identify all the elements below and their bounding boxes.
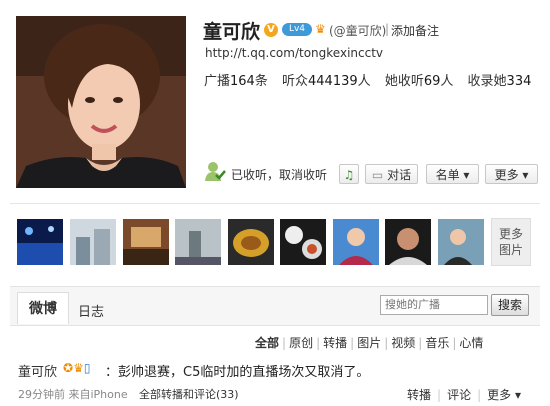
phone-icon: ▯ <box>83 361 91 375</box>
repost-button[interactable]: 转播 <box>407 388 431 402</box>
add-note-link[interactable]: 添加备注 <box>391 22 439 39</box>
more-photos-label-2: 图片 <box>498 243 523 257</box>
stat-listed[interactable]: 收录她334 <box>468 74 532 89</box>
photo-thumb-concert[interactable] <box>17 219 63 265</box>
feed-repost-comments-link[interactable]: 全部转播和评论(33) <box>139 386 239 402</box>
photo-thumb-dishes[interactable] <box>280 219 326 265</box>
feed-meta: 29分钟前 来自iPhone <box>18 388 128 401</box>
photo-thumb-basketball[interactable] <box>385 219 431 265</box>
filter-music[interactable]: 音乐 <box>425 336 449 350</box>
feed-actions: 转播 | 评论 | 更多 ▾ <box>407 388 521 402</box>
stat-listeners[interactable]: 听众444139人 <box>282 74 371 89</box>
profile-url[interactable]: http://t.qq.com/tongkexincctv <box>205 46 383 60</box>
chat-icon: ▭ <box>371 168 384 182</box>
crown-icon: ♛ <box>315 22 326 36</box>
headphone-button[interactable]: ♫ <box>339 164 359 184</box>
feed-author-name[interactable]: 童可欣 <box>18 361 57 380</box>
chat-button[interactable]: ▭ 对话 <box>365 164 418 184</box>
photo-thumb-restaurant[interactable] <box>123 219 169 265</box>
profile-name: 童可欣 <box>203 21 261 43</box>
verified-icon: V <box>264 23 278 37</box>
tab-weibo[interactable]: 微博 <box>17 292 69 324</box>
stat-broadcasts[interactable]: 广播164条 <box>204 74 268 89</box>
photo-thumb-office[interactable] <box>438 219 484 265</box>
tab-diary[interactable]: 日志 <box>78 301 104 320</box>
search-input[interactable] <box>380 295 488 315</box>
feed-badges: ✪♛▯ <box>63 361 90 375</box>
filter-mood[interactable]: 心情 <box>459 336 483 350</box>
more-button[interactable]: 更多 ▾ <box>487 388 521 402</box>
follow-status[interactable]: 已收听，取消收听 <box>231 166 327 183</box>
divider <box>10 203 540 204</box>
feed-text: ：彭帅退赛，C5临时加的直播场次又取消了。 <box>105 365 370 380</box>
photo-thumb-street[interactable] <box>175 219 221 265</box>
photo-thumb-food[interactable] <box>228 219 274 265</box>
verified-icon: ✪ <box>63 361 74 375</box>
photo-thumb-city[interactable] <box>70 219 116 265</box>
level-badge[interactable]: Lv4 <box>282 23 312 36</box>
feed-filters: 全部 | 原创 | 转播 | 图片 | 视频 | 音乐 | 心情 <box>255 336 484 350</box>
profile-stats: 广播164条 听众444139人 她收听69人 收录她334 <box>204 70 531 89</box>
chat-label: 对话 <box>387 168 412 182</box>
filter-all[interactable]: 全部 <box>255 336 279 350</box>
filter-original[interactable]: 原创 <box>289 336 313 350</box>
profile-photo[interactable] <box>16 16 186 188</box>
comment-button[interactable]: 评论 <box>447 388 471 402</box>
headphone-icon: ♫ <box>343 168 355 182</box>
search-button[interactable]: 搜索 <box>491 294 529 316</box>
photo-thumb-portrait[interactable] <box>333 219 379 265</box>
crown-icon: ♛ <box>73 361 84 375</box>
separator: | <box>385 22 390 36</box>
profile-handle: (@童可欣) <box>329 24 387 38</box>
more-photos-label-1: 更多 <box>498 227 523 241</box>
more-dropdown-button[interactable]: 更多 ▾ <box>485 164 538 184</box>
filter-repost[interactable]: 转播 <box>323 336 347 350</box>
filter-video[interactable]: 视频 <box>391 336 415 350</box>
filter-images[interactable]: 图片 <box>357 336 381 350</box>
list-dropdown-button[interactable]: 名单 ▾ <box>426 164 479 184</box>
more-photos-button[interactable]: 更多 图片 <box>491 218 531 266</box>
stat-following[interactable]: 她收听69人 <box>385 74 454 89</box>
follow-user-icon <box>204 160 226 182</box>
